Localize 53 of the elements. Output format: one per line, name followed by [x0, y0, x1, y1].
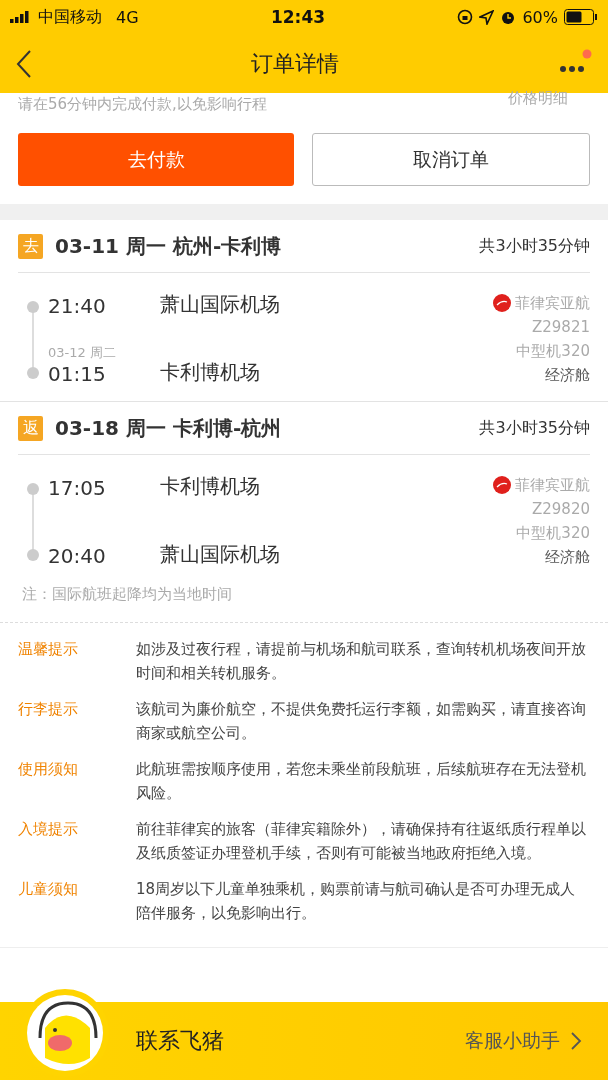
tip-label: 行李提示	[18, 699, 79, 720]
departure-time: 21:40	[48, 294, 107, 318]
airport-name: 萧山国际机场	[160, 541, 280, 568]
page-title: 订单详情	[251, 49, 339, 78]
arrival-date: 03-12 周二	[48, 344, 117, 362]
network-type: 4G	[116, 7, 139, 27]
trip-duration: 共3小时35分钟	[479, 235, 590, 257]
aircraft-type: 中型机320	[516, 341, 590, 362]
airline-logo-icon	[493, 294, 511, 312]
tip-label: 使用须知	[18, 759, 79, 780]
trip-title: 03-18 周一 卡利博-杭州	[55, 414, 283, 442]
cabin-class: 经济舱	[545, 365, 590, 386]
status-time: 12:43	[270, 7, 326, 27]
cancel-order-button[interactable]: 取消订单	[312, 133, 590, 186]
battery-icon	[564, 9, 598, 25]
airport-name: 卡利博机场	[160, 359, 260, 386]
signal-icon	[10, 11, 32, 23]
trip-duration: 共3小时35分钟	[479, 417, 590, 439]
tip-text: 该航司为廉价航空，不提供免费托运行李额，如需购买，请直接咨询商家或航空公司。	[136, 699, 587, 744]
rotation-lock-icon	[457, 9, 474, 25]
tip-text: 此航班需按顺序使用，若您未乘坐前段航班，后续航班存在无法登机风险。	[136, 759, 587, 804]
tip-text: 如涉及过夜行程，请提前与机场和航司联系，查询转机机场夜间开放时间和相关转机服务。	[136, 639, 587, 684]
trip-title: 03-11 周一 杭州-卡利博	[55, 232, 283, 260]
trip-tag: 去	[18, 233, 43, 259]
trip-tag: 返	[18, 415, 43, 441]
assistant-link[interactable]: 客服小助手	[459, 1027, 588, 1055]
airline-name: 菲律宾亚航	[515, 293, 590, 314]
tip-label: 儿童须知	[18, 879, 79, 900]
carrier-name: 中国移动	[38, 6, 102, 28]
flight-number: Z29820	[532, 499, 590, 520]
alarm-icon	[500, 9, 517, 25]
airline-name: 菲律宾亚航	[515, 475, 590, 496]
arrival-time: 20:40	[48, 544, 107, 568]
tip-label: 温馨提示	[18, 639, 79, 660]
flight-number: Z29821	[532, 317, 590, 338]
battery-percent: 60%	[522, 7, 558, 27]
airline-logo-icon	[493, 476, 511, 494]
aircraft-type: 中型机320	[516, 523, 590, 544]
departure-time: 17:05	[48, 476, 107, 500]
payment-hint: 请在56分钟内完成付款,以免影响行程	[18, 95, 267, 113]
back-icon[interactable]	[16, 49, 32, 78]
contact-label: 联系飞猪	[136, 1027, 225, 1055]
tip-text: 前往菲律宾的旅客（菲律宾籍除外），请确保持有往返纸质行程单以及纸质签证办理登机手续，否则有可能被当地政府拒绝入境。	[136, 819, 587, 864]
location-icon	[479, 9, 495, 25]
arrival-time: 01:15	[48, 362, 107, 386]
time-note: 注：国际航班起降均为当地时间	[21, 584, 233, 605]
airport-name: 萧山国际机场	[160, 291, 280, 318]
chevron-right-icon	[570, 1031, 582, 1051]
tip-label: 入境提示	[18, 819, 79, 840]
pay-button[interactable]: 去付款	[18, 133, 294, 186]
tip-text: 18周岁以下儿童单独乘机，购票前请与航司确认是否可办理无成人陪伴服务，以免影响出行。	[136, 879, 577, 924]
airport-name: 卡利博机场	[160, 473, 260, 500]
cabin-class: 经济舱	[545, 547, 590, 568]
